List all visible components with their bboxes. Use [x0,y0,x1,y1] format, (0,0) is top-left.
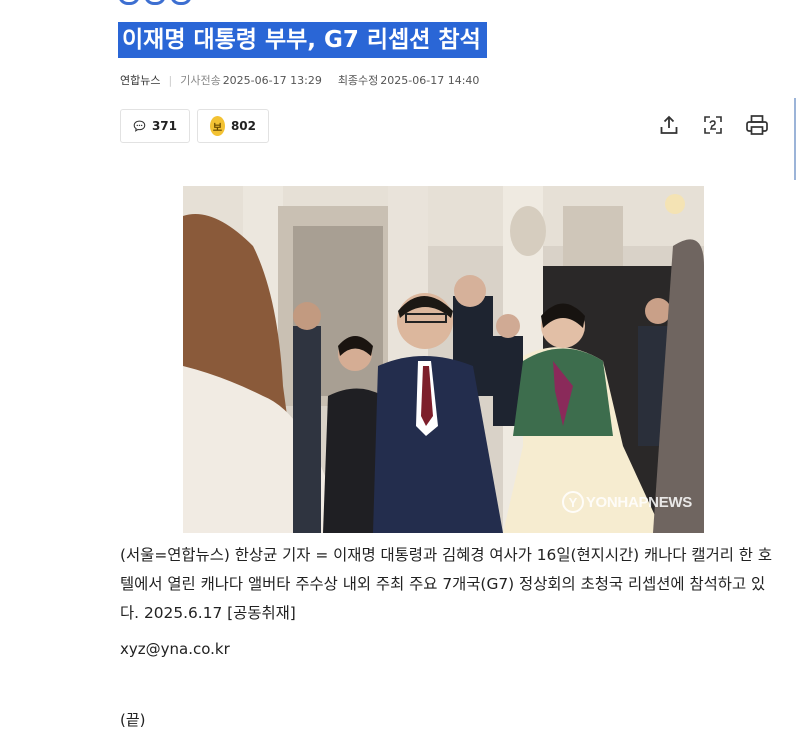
modified-time: 2025-06-17 14:40 [380,73,480,87]
comment-button[interactable]: 371 [120,109,190,143]
photo-illustration [183,186,704,533]
sent-label: 기사전송 [180,74,221,87]
share-icon[interactable] [656,112,682,138]
comment-count: 371 [151,119,177,133]
like-button[interactable]: 보 802 [197,109,269,143]
like-badge-icon: 보 [210,116,225,136]
modified-label: 최종수정 [337,74,379,87]
article-page: 이재명 대통령 부부, G7 리셉션 참석 연합뉴스 | 기사전송 2025-0… [0,0,800,754]
sent-time: 2025-06-17 13:29 [222,73,322,87]
photo-caption: (서울=연합뉴스) 한상균 기자 = 이재명 대통령과 김혜경 여사가 16일(… [120,546,772,622]
reporter-email[interactable]: xyz@yna.co.kr [120,636,230,662]
print-icon[interactable] [744,112,770,138]
yonhap-logo-icon: Y [561,491,584,513]
meta-divider: | [168,73,173,87]
article-meta: 연합뉴스 | 기사전송 2025-06-17 13:29 최종수정 2025-0… [120,72,479,88]
summary-icon[interactable] [700,112,726,138]
cut-off-logo [118,0,196,8]
like-count: 802 [230,119,256,133]
article-source[interactable]: 연합뉴스 [120,72,160,88]
floating-panel-edge [794,98,800,180]
article-headline: 이재명 대통령 부부, G7 리셉션 참석 [118,22,487,58]
comment-icon [133,120,146,132]
article-end-mark: (끝) [120,711,146,729]
yonhap-watermark: Y YONHAPNEWS [561,491,692,513]
article-tools [656,112,770,138]
article-photo[interactable]: Y YONHAPNEWS [183,186,704,533]
reaction-bar: 371 보 802 [120,109,269,143]
